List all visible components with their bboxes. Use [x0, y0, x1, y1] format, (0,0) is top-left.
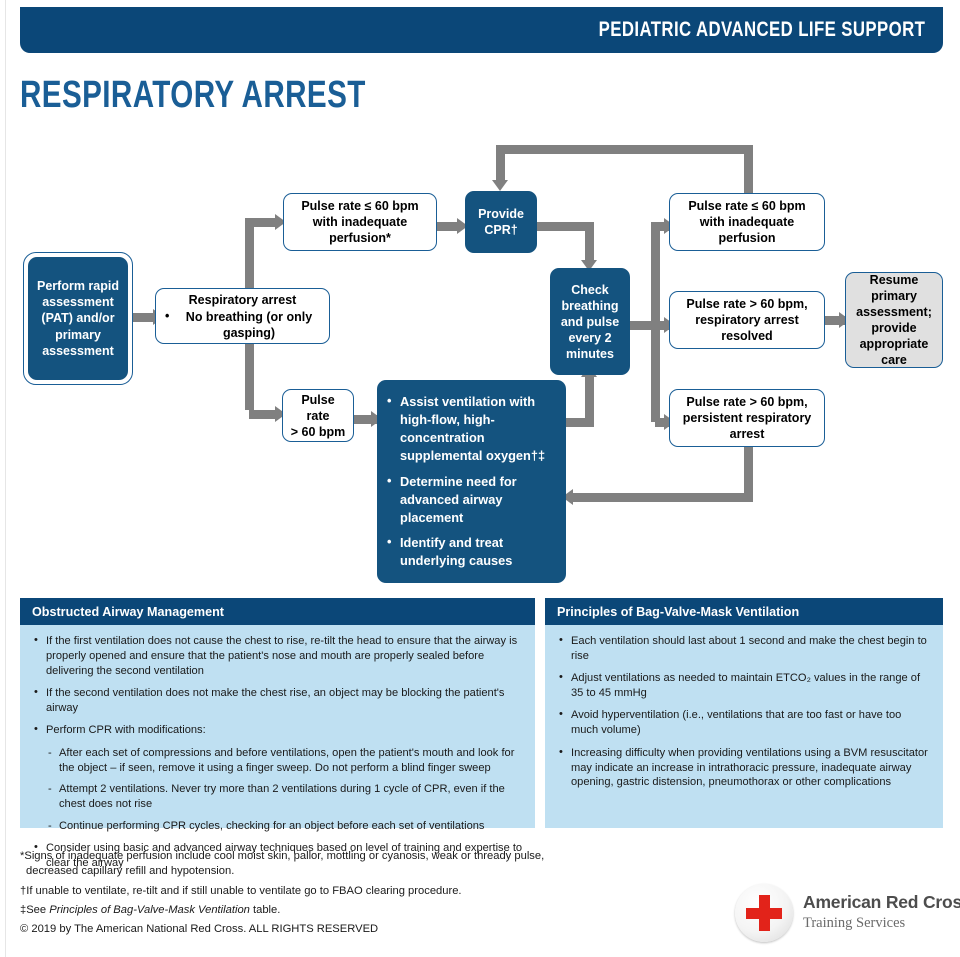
- list-item: Continue performing CPR cycles, checking…: [32, 819, 523, 834]
- assist-ventilation-item: Assist ventilation with high-flow, high-…: [387, 392, 554, 466]
- box-respiratory-arrest-heading: Respiratory arrest: [188, 292, 297, 307]
- arrowhead-loop-to-cpr: [492, 180, 508, 191]
- list-item: Perform CPR with modifications:: [32, 722, 523, 738]
- red-cross-icon-bar: [746, 907, 782, 919]
- connector-branch-down: [249, 410, 278, 419]
- list-item: After each set of compressions and befor…: [32, 746, 523, 776]
- assist-ventilation-list: Assist ventilation with high-flow, high-…: [387, 392, 554, 570]
- list-item: Increasing difficulty when providing ven…: [557, 745, 931, 791]
- connector-outcome3-left: [573, 493, 753, 502]
- list-item: Attempt 2 ventilations. Never try more t…: [32, 782, 523, 812]
- connector-branch-up: [249, 218, 278, 227]
- footnote-dagger: †If unable to ventilate, re-tilt and if …: [20, 884, 462, 897]
- footnote-asterisk-line1: *Signs of inadequate perfusion include c…: [20, 850, 545, 862]
- page-edge-line: [5, 0, 6, 957]
- list-item: If the first ventilation does not cause …: [32, 633, 523, 679]
- panel-obstructed-airway: Obstructed Airway Management If the firs…: [20, 598, 535, 869]
- connector-start-to-arrest: [133, 313, 155, 322]
- box-assist-ventilation[interactable]: Assist ventilation with high-flow, high-…: [377, 380, 566, 583]
- panel-bvm-ventilation-body: Each ventilation should last about 1 sec…: [545, 625, 943, 828]
- box-start-assessment[interactable]: Perform rapid assessment (PAT) and/or pr…: [23, 252, 133, 385]
- list-item: Each ventilation should last about 1 sec…: [557, 633, 931, 664]
- panel-obstructed-airway-title: Obstructed Airway Management: [20, 598, 535, 625]
- box-branch-low-pulse[interactable]: Pulse rate ≤ 60 bpm with inadequate perf…: [283, 193, 437, 251]
- box-respiratory-arrest-bullet: No breathing (or only gasping): [163, 308, 322, 341]
- panel-bvm-ventilation-title: Principles of Bag-Valve-Mask Ventilation: [545, 598, 943, 625]
- logo-subtitle: Training Services: [803, 915, 906, 931]
- list-item: Avoid hyperventilation (i.e., ventilatio…: [557, 707, 931, 738]
- box-resume-primary-assessment[interactable]: Resume primary assessment; provide appro…: [845, 272, 943, 368]
- connector-loop-down: [496, 145, 505, 183]
- header-title: PEDIATRIC ADVANCED LIFE SUPPORT: [598, 18, 925, 41]
- page-title: RESPIRATORY ARREST: [20, 74, 366, 116]
- box-start-assessment-label: Perform rapid assessment (PAT) and/or pr…: [28, 257, 128, 380]
- footnote-asterisk: *Signs of inadequate perfusion include c…: [20, 849, 620, 880]
- connector-outcome3-down: [744, 447, 753, 497]
- footnotes: *Signs of inadequate perfusion include c…: [20, 849, 620, 942]
- box-provide-cpr[interactable]: Provide CPR†: [465, 191, 537, 253]
- panel-bvm-ventilation: Principles of Bag-Valve-Mask Ventilation…: [545, 598, 943, 828]
- assist-ventilation-item: Determine need for advanced airway place…: [387, 472, 554, 527]
- assist-ventilation-item: Identify and treat underlying causes: [387, 533, 554, 570]
- footnote-double-dagger: ‡See Principles of Bag-Valve-Mask Ventil…: [20, 903, 620, 918]
- connector-loop-top: [496, 145, 753, 154]
- connector-vent-to-check-v: [585, 375, 594, 423]
- logo-organization-name: American Red Cross: [803, 892, 960, 912]
- box-outcome-arrest-resolved[interactable]: Pulse rate > 60 bpm, respiratory arrest …: [669, 291, 825, 349]
- panel-obstructed-airway-body: If the first ventilation does not cause …: [20, 625, 535, 869]
- footnote-asterisk-line2: decreased capillary refill and hypotensi…: [26, 865, 235, 878]
- bvm-ventilation-list: Each ventilation should last about 1 sec…: [557, 633, 931, 791]
- box-respiratory-arrest[interactable]: Respiratory arrest No breathing (or only…: [155, 288, 330, 344]
- list-item: If the second ventilation does not make …: [32, 685, 523, 716]
- list-item: Adjust ventilations as needed to maintai…: [557, 670, 931, 701]
- connector-cpr-down: [585, 222, 594, 264]
- box-branch-high-pulse[interactable]: Pulse rate > 60 bpm: [282, 389, 354, 442]
- box-check-breathing-pulse[interactable]: Check breathing and pulse every 2 minute…: [550, 268, 630, 375]
- copyright-notice: © 2019 by The American National Red Cros…: [20, 923, 379, 936]
- header-bar: PEDIATRIC ADVANCED LIFE SUPPORT: [20, 7, 943, 53]
- box-outcome-low-pulse[interactable]: Pulse rate ≤ 60 bpm with inadequate perf…: [669, 193, 825, 251]
- box-outcome-persistent-arrest[interactable]: Pulse rate > 60 bpm, persistent respirat…: [669, 389, 825, 447]
- footnote-double-dagger-pre: ‡See: [20, 904, 50, 917]
- footnote-double-dagger-italic: Principles of Bag-Valve-Mask Ventilation: [49, 904, 250, 917]
- obstructed-airway-list: If the first ventilation does not cause …: [32, 633, 523, 871]
- footnote-double-dagger-post: table.: [249, 904, 281, 917]
- american-red-cross-logo: American Red Cross Training Services: [735, 884, 960, 946]
